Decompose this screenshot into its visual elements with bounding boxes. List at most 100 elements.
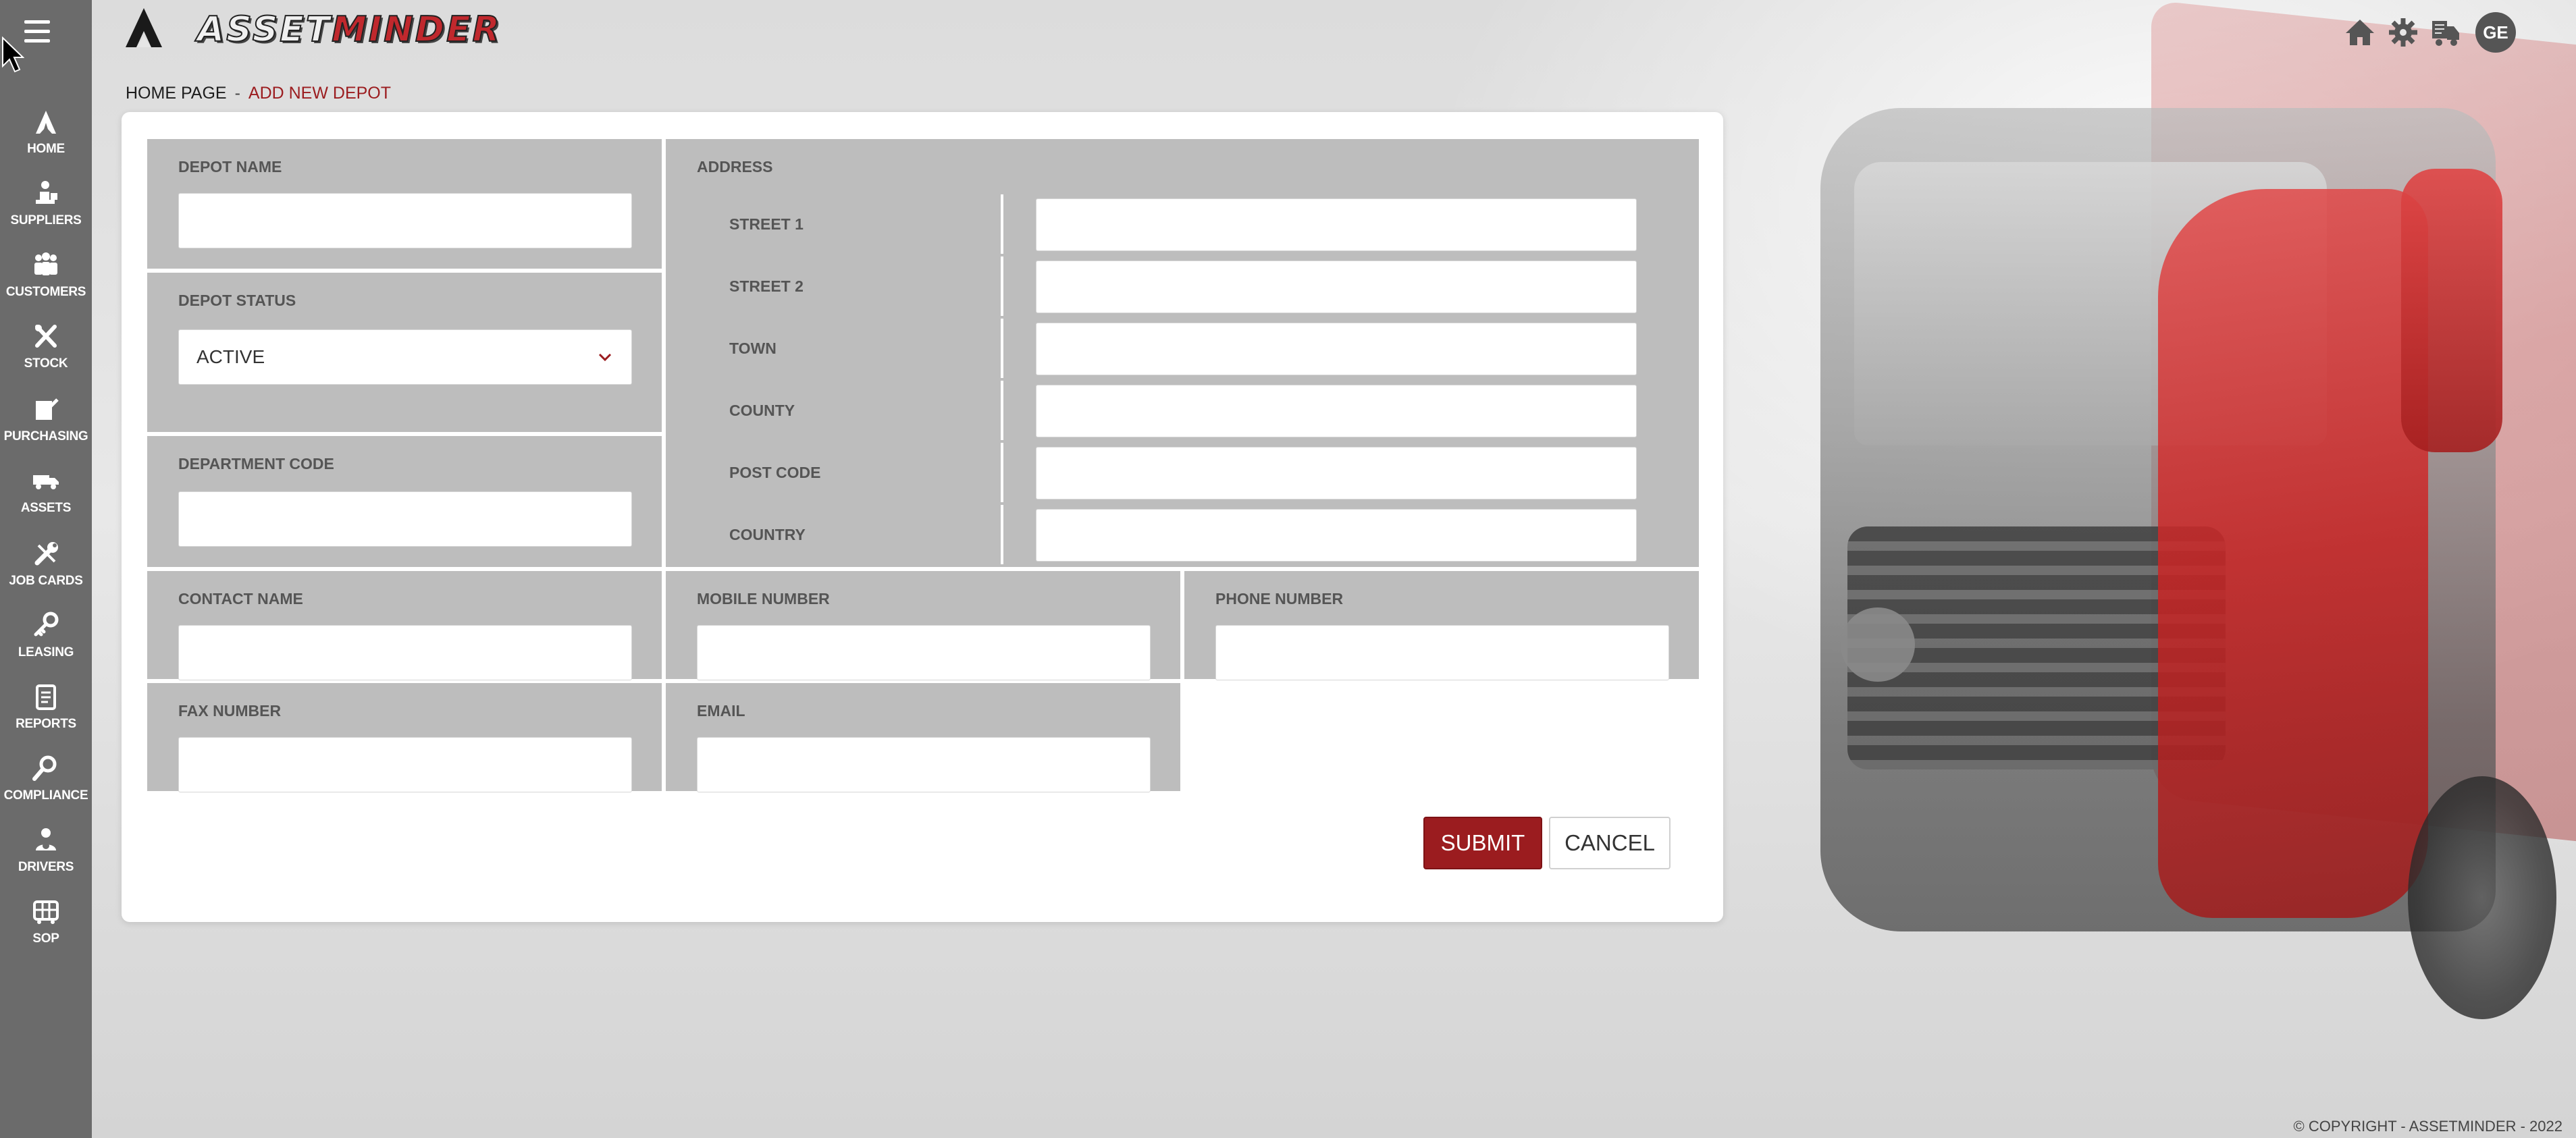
depot-status-label: DEPOT STATUS xyxy=(178,292,296,309)
fax-number-label: FAX NUMBER xyxy=(178,702,282,720)
sidebar-item-label: REPORTS xyxy=(16,717,76,731)
purchasing-icon xyxy=(36,398,59,420)
sidebar-item-suppliers[interactable]: SUPPLIERS xyxy=(0,178,92,228)
truck-mirror xyxy=(2401,169,2502,452)
contact-name-group: CONTACT NAME xyxy=(147,571,662,680)
customers-icon xyxy=(34,252,57,275)
wrench-icon xyxy=(34,542,58,566)
key-icon xyxy=(34,612,59,636)
hamburger-menu-icon[interactable] xyxy=(23,20,53,50)
sidebar-item-leasing[interactable]: LEASING xyxy=(0,610,92,660)
breadcrumb-home-link[interactable]: HOME PAGE xyxy=(126,84,227,103)
sidebar-item-label: SUPPLIERS xyxy=(10,213,82,227)
contact-name-input[interactable] xyxy=(178,625,632,680)
contact-name-label: CONTACT NAME xyxy=(178,590,303,607)
sidebar-item-label: STOCK xyxy=(24,356,68,371)
street1-label: STREET 1 xyxy=(700,194,1003,254)
post-code-label: POST CODE xyxy=(700,443,1003,502)
depot-status-group: DEPOT STATUS ACTIVE xyxy=(147,273,662,432)
street2-input[interactable] xyxy=(1036,261,1637,313)
brand-wordmark[interactable]: ASSETMINDER xyxy=(196,9,502,51)
fax-number-group: FAX NUMBER xyxy=(147,683,662,792)
brand-name-part1: ASSET xyxy=(196,9,332,51)
breadcrumb-separator: - xyxy=(234,84,240,103)
street1-input[interactable] xyxy=(1036,198,1637,251)
sidebar-item-label: COMPLIANCE xyxy=(3,788,88,803)
truck-icon xyxy=(33,475,59,489)
county-input[interactable] xyxy=(1036,385,1637,437)
depot-status-select[interactable]: ACTIVE xyxy=(178,329,632,385)
sidebar-item-label: SOP xyxy=(32,931,59,946)
sidebar-item-label: PURCHASING xyxy=(3,429,88,443)
email-label: EMAIL xyxy=(697,702,745,720)
truck-red-panel xyxy=(2158,189,2428,918)
sidebar-item-job-cards[interactable]: JOB CARDS xyxy=(0,539,92,589)
country-label: COUNTRY xyxy=(700,505,1003,564)
sidebar-item-label: HOME xyxy=(27,142,65,156)
truck-document-icon[interactable] xyxy=(2429,16,2463,49)
mobile-number-input[interactable] xyxy=(697,625,1151,680)
assetminder-logo-icon xyxy=(126,8,162,47)
stock-icon xyxy=(35,325,57,348)
driver-icon xyxy=(36,828,56,850)
department-code-group: DEPARTMENT CODE xyxy=(147,436,662,567)
address-row-street1: STREET 1 xyxy=(700,194,1666,254)
depot-name-group: DEPOT NAME xyxy=(147,139,662,269)
mouse-cursor-icon xyxy=(2,36,24,73)
address-row-post-code: POST CODE xyxy=(700,443,1666,502)
phone-number-input[interactable] xyxy=(1215,625,1669,680)
mobile-number-group: MOBILE NUMBER xyxy=(666,571,1180,680)
county-label: COUNTY xyxy=(700,381,1003,440)
chevron-down-icon xyxy=(598,353,612,362)
address-row-county: COUNTY xyxy=(700,381,1666,440)
email-group: EMAIL xyxy=(666,683,1180,792)
sidebar-item-compliance[interactable]: COMPLIANCE xyxy=(0,753,92,803)
street2-label: STREET 2 xyxy=(700,256,1003,316)
email-input[interactable] xyxy=(697,737,1151,792)
cancel-button[interactable]: CANCEL xyxy=(1549,817,1671,869)
suppliers-icon xyxy=(36,181,57,204)
depot-status-value: ACTIVE xyxy=(196,346,265,367)
compliance-icon xyxy=(32,755,57,781)
home-icon[interactable] xyxy=(2343,16,2377,49)
sidebar-item-stock[interactable]: STOCK xyxy=(0,321,92,371)
gear-icon[interactable] xyxy=(2386,16,2420,49)
truck-wheel xyxy=(2408,776,2556,1019)
town-input[interactable] xyxy=(1036,323,1637,375)
post-code-input[interactable] xyxy=(1036,447,1637,499)
fax-number-input[interactable] xyxy=(178,737,632,792)
sidebar-item-label: LEASING xyxy=(18,645,74,659)
breadcrumb: HOME PAGE - ADD NEW DEPOT xyxy=(126,84,391,103)
sidebar-item-assets[interactable]: ASSETS xyxy=(0,466,92,516)
add-depot-form: DEPOT NAME DEPOT STATUS ACTIVE DEPARTMEN… xyxy=(122,112,1723,922)
sidebar: HOME SUPPLIERS CUSTOMERS STOCK PURCHASIN… xyxy=(0,0,92,1138)
depot-name-input[interactable] xyxy=(178,193,632,248)
department-code-input[interactable] xyxy=(178,491,632,547)
sidebar-item-reports[interactable]: REPORTS xyxy=(0,682,92,732)
brand-name-part2: MINDER xyxy=(331,9,502,51)
user-avatar[interactable]: GE xyxy=(2475,12,2516,53)
sop-icon xyxy=(33,900,59,924)
country-input[interactable] xyxy=(1036,509,1637,562)
address-label: ADDRESS xyxy=(697,158,773,175)
address-row-street2: STREET 2 xyxy=(700,256,1666,316)
sidebar-item-label: DRIVERS xyxy=(18,860,74,874)
sidebar-item-home[interactable]: HOME xyxy=(0,107,92,157)
sidebar-item-customers[interactable]: CUSTOMERS xyxy=(0,250,92,300)
sidebar-item-drivers[interactable]: DRIVERS xyxy=(0,825,92,875)
address-group: ADDRESS STREET 1 STREET 2 TOWN COUNTY PO… xyxy=(666,139,1699,567)
phone-number-label: PHONE NUMBER xyxy=(1215,590,1344,607)
sidebar-item-sop[interactable]: SOP xyxy=(0,896,92,946)
sidebar-item-label: CUSTOMERS xyxy=(5,285,86,299)
town-label: TOWN xyxy=(700,319,1003,378)
submit-button[interactable]: SUBMIT xyxy=(1423,817,1542,869)
mobile-number-label: MOBILE NUMBER xyxy=(697,590,830,607)
phone-number-group: PHONE NUMBER xyxy=(1184,571,1699,680)
home-icon xyxy=(36,111,56,134)
address-row-town: TOWN xyxy=(700,319,1666,378)
breadcrumb-current: ADD NEW DEPOT xyxy=(248,84,392,103)
copyright-footer: © COPYRIGHT - ASSETMINDER - 2022 xyxy=(2293,1118,2562,1135)
sidebar-item-label: JOB CARDS xyxy=(9,574,83,588)
sidebar-item-purchasing[interactable]: PURCHASING xyxy=(0,394,92,444)
department-code-label: DEPARTMENT CODE xyxy=(178,455,334,472)
